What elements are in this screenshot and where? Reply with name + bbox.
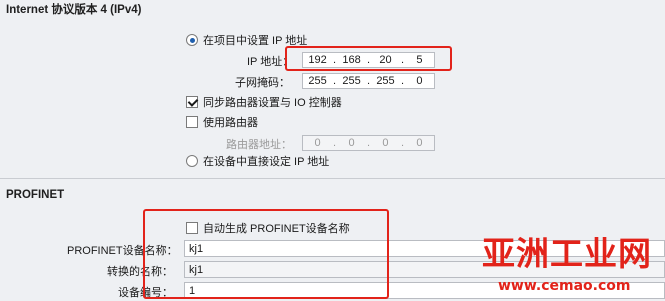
subnet-octet-2[interactable]: 255 <box>337 75 366 87</box>
subnet-mask-label: 子网掩码： <box>235 77 290 89</box>
set-ip-on-device-radio[interactable] <box>186 155 198 167</box>
router-address-label: 路由器地址： <box>226 139 292 151</box>
section-divider <box>0 178 665 179</box>
subnet-mask-field[interactable]: 255. 255. 255. 0 <box>302 73 435 89</box>
watermark-url: www.cemao.com <box>498 278 631 294</box>
subnet-octet-1[interactable]: 255 <box>303 75 332 87</box>
sync-router-label: 同步路由器设置与 IO 控制器 <box>203 97 342 109</box>
router-address-field: 0. 0. 0. 0 <box>302 135 435 151</box>
set-ip-on-device-label: 在设备中直接设定 IP 地址 <box>203 156 330 168</box>
ipv4-section-title: Internet 协议版本 4 (IPv4) <box>6 4 142 16</box>
subnet-octet-3[interactable]: 255 <box>371 75 400 87</box>
ip-highlight-frame <box>285 46 452 71</box>
router-octet-1: 0 <box>314 137 321 149</box>
router-octet-2: 0 <box>348 137 355 149</box>
set-ip-in-project-radio[interactable] <box>186 34 198 46</box>
subnet-octet-4[interactable]: 0 <box>405 75 434 87</box>
profinet-section-title: PROFINET <box>6 189 65 201</box>
sync-router-option[interactable]: 同步路由器设置与 IO 控制器 <box>186 94 342 110</box>
router-octet-4: 0 <box>416 137 423 149</box>
use-router-checkbox[interactable] <box>186 116 198 128</box>
sync-router-checkbox[interactable] <box>186 96 198 108</box>
router-octet-3: 0 <box>382 137 389 149</box>
set-ip-on-device-option[interactable]: 在设备中直接设定 IP 地址 <box>186 153 329 169</box>
use-router-label: 使用路由器 <box>203 117 258 129</box>
use-router-option[interactable]: 使用路由器 <box>186 114 258 130</box>
profinet-highlight-frame <box>143 209 389 299</box>
watermark-logo-text: 亚洲工业网 <box>482 234 652 273</box>
